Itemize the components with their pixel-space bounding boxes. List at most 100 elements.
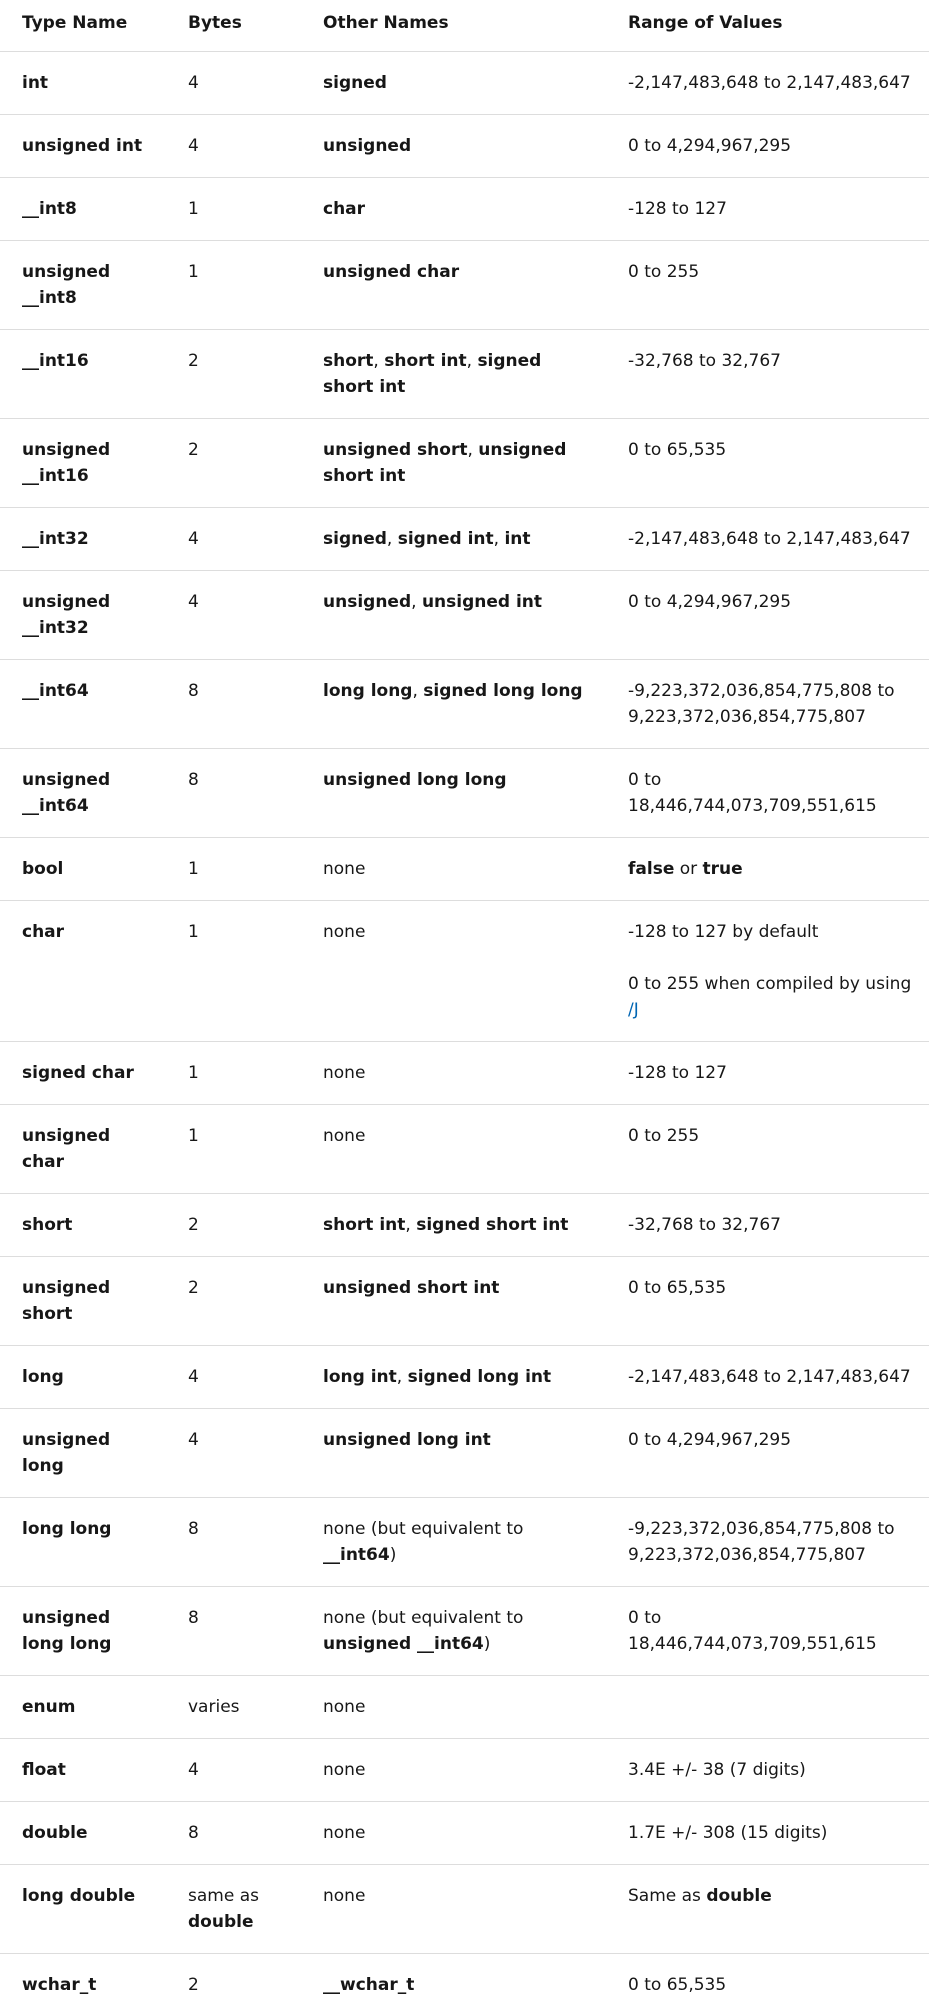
text-segment: Same as — [628, 1886, 706, 1906]
range-line: -2,147,483,648 to 2,147,483,647 — [628, 526, 915, 552]
cell-range-of-values: 0 to 65,535 — [606, 1257, 929, 1346]
text-segment: signed — [323, 73, 387, 93]
text-segment: unsigned long int — [323, 1430, 491, 1450]
cell-bytes: 1 — [166, 241, 301, 330]
cell-range-of-values: -2,147,483,648 to 2,147,483,647 — [606, 52, 929, 115]
text-segment: signed long long — [423, 681, 582, 701]
cell-bytes: 4 — [166, 1739, 301, 1802]
cell-other-names: unsigned char — [301, 241, 606, 330]
table-row: unsigned long long8none (but equivalent … — [0, 1587, 929, 1676]
cell-bytes: 8 — [166, 1802, 301, 1865]
cell-type-name: __int32 — [0, 508, 166, 571]
text-segment: , — [387, 529, 398, 549]
text-segment: false — [628, 859, 674, 879]
cell-range-of-values: 0 to 255 — [606, 1105, 929, 1194]
text-segment: unsigned char — [323, 262, 459, 282]
cell-type-name: long — [0, 1346, 166, 1409]
table-header: Type Name Bytes Other Names Range of Val… — [0, 0, 929, 52]
table-row: bool1nonefalse or true — [0, 838, 929, 901]
text-segment: , — [494, 529, 505, 549]
header-other-names: Other Names — [301, 0, 606, 52]
table-row: unsigned long4 unsigned long int 0 to 4,29… — [0, 1409, 929, 1498]
range-line: 0 to 255 when compiled by using /J — [628, 971, 915, 1023]
cell-bytes: 1 — [166, 1042, 301, 1105]
text-segment: true — [703, 859, 743, 879]
text-segment: , — [373, 351, 384, 371]
link[interactable]: /J — [628, 1000, 639, 1020]
table-row: long doublesame as doublenoneSame as dou… — [0, 1865, 929, 1954]
header-bytes: Bytes — [166, 0, 301, 52]
cell-other-names: unsigned, unsigned int — [301, 571, 606, 660]
text-segment: 0 to 255 when compiled by using — [628, 974, 911, 994]
cell-range-of-values: -32,768 to 32,767 — [606, 330, 929, 419]
range-line: 1.7E +/- 308 (15 digits) — [628, 1820, 915, 1846]
cell-range-of-values: 0 to 4,294,967,295 — [606, 1409, 929, 1498]
text-segment: 0 to 65,535 — [628, 1278, 726, 1298]
table-row: unsigned __int648unsigned long long0 to … — [0, 749, 929, 838]
text-segment: int — [504, 529, 530, 549]
cell-range-of-values: 0 to 4,294,967,295 — [606, 571, 929, 660]
cell-range-of-values: 0 to 65,535 — [606, 419, 929, 508]
table-row: __int81char-128 to 127 — [0, 178, 929, 241]
text-segment: , — [467, 440, 478, 460]
text-segment: , — [397, 1367, 408, 1387]
cell-bytes: 1 — [166, 1105, 301, 1194]
range-line: 0 to 65,535 — [628, 437, 915, 463]
text-segment: none (but equivalent to — [323, 1519, 523, 1539]
text-segment: none (but equivalent to — [323, 1608, 523, 1628]
text-segment: none — [323, 1063, 365, 1083]
cell-other-names: signed — [301, 52, 606, 115]
range-line: -9,223,372,036,854,775,808 to 9,223,372,… — [628, 1516, 915, 1568]
cell-bytes: 4 — [166, 115, 301, 178]
table-row: unsigned short2unsigned short int0 to 65… — [0, 1257, 929, 1346]
range-line: false or true — [628, 856, 915, 882]
cell-type-name: long double — [0, 1865, 166, 1954]
table-row: unsigned int4unsigned0 to 4,294,967,295 — [0, 115, 929, 178]
cell-type-name: enum — [0, 1676, 166, 1739]
text-segment: -9,223,372,036,854,775,808 to 9,223,372,… — [628, 681, 895, 727]
text-segment: double — [706, 1886, 771, 1906]
text-segment: short int — [384, 351, 466, 371]
cell-type-name: unsigned __int8 — [0, 241, 166, 330]
cell-other-names: none (but equivalent to __int64) — [301, 1498, 606, 1587]
cell-type-name: unsigned long — [0, 1409, 166, 1498]
text-segment: -2,147,483,648 to 2,147,483,647 — [628, 529, 911, 549]
text-segment: 0 to 255 — [628, 1126, 699, 1146]
cell-bytes: 8 — [166, 749, 301, 838]
text-segment: short — [323, 351, 373, 371]
table-row: long4long int, signed long int-2,147,483… — [0, 1346, 929, 1409]
table-row: char1none-128 to 127 by default0 to 255 … — [0, 901, 929, 1042]
cell-type-name: unsigned __int64 — [0, 749, 166, 838]
table-row: unsigned __int81 unsigned char 0 to 255 — [0, 241, 929, 330]
cell-bytes: 4 — [166, 52, 301, 115]
text-segment: -32,768 to 32,767 — [628, 351, 781, 371]
header-type-name: Type Name — [0, 0, 166, 52]
text-segment: same as — [188, 1886, 259, 1906]
cell-type-name: short — [0, 1194, 166, 1257]
cell-bytes: 4 — [166, 1409, 301, 1498]
range-line: 0 to 4,294,967,295 — [628, 133, 915, 159]
range-line: -32,768 to 32,767 — [628, 1212, 915, 1238]
text-segment: none — [323, 1697, 365, 1717]
table-row: unsigned __int162unsigned short, unsigne… — [0, 419, 929, 508]
cell-range-of-values: -9,223,372,036,854,775,808 to 9,223,372,… — [606, 660, 929, 749]
cell-range-of-values: -128 to 127 — [606, 1042, 929, 1105]
cell-range-of-values: 0 to 4,294,967,295 — [606, 115, 929, 178]
cell-bytes: 4 — [166, 1346, 301, 1409]
header-range-of-values: Range of Values — [606, 0, 929, 52]
table-row: wchar_t2__wchar_t0 to 65,535 — [0, 1954, 929, 2016]
cell-other-names: short int, signed short int — [301, 1194, 606, 1257]
text-segment: unsigned __int64 — [323, 1634, 484, 1654]
text-segment: none — [323, 1760, 365, 1780]
cell-type-name: signed char — [0, 1042, 166, 1105]
text-segment: 0 to 255 — [628, 262, 699, 282]
cell-bytes: 1 — [166, 838, 301, 901]
range-line: -128 to 127 — [628, 1060, 915, 1086]
cell-type-name: __int64 — [0, 660, 166, 749]
range-line: 0 to 18,446,744,073,709,551,615 — [628, 767, 915, 819]
text-segment: ) — [484, 1634, 491, 1654]
cell-range-of-values: -2,147,483,648 to 2,147,483,647 — [606, 508, 929, 571]
text-segment: long long — [323, 681, 412, 701]
cell-type-name: long long — [0, 1498, 166, 1587]
cell-other-names: long int, signed long int — [301, 1346, 606, 1409]
